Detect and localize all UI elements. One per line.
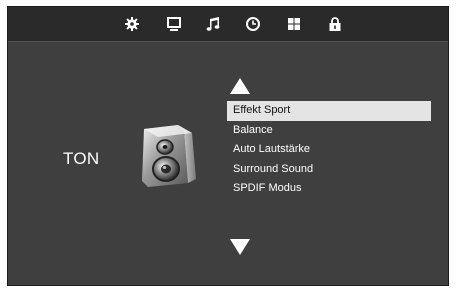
section-title: TON [63, 149, 100, 168]
lock-icon[interactable] [326, 15, 344, 33]
clock-icon[interactable] [244, 15, 262, 33]
menu-item-spdif-modus[interactable]: SPDIF Modus [227, 179, 431, 199]
osd-screen: TON Effekt Sport Balance Auto Lautstärke… [7, 6, 449, 286]
menu-item-balance[interactable]: Balance [227, 121, 431, 141]
music-note-icon[interactable] [204, 15, 222, 33]
monitor-icon[interactable] [165, 15, 183, 33]
gear-icon[interactable] [123, 15, 141, 33]
menu-item-surround-sound[interactable]: Surround Sound [227, 160, 431, 180]
triangle-down-icon[interactable] [229, 238, 251, 256]
menu-item-effekt-sport[interactable]: Effekt Sport [227, 101, 431, 121]
speaker-icon [134, 123, 202, 189]
triangle-up-icon[interactable] [229, 77, 251, 95]
grid-icon[interactable] [285, 15, 303, 33]
top-menu-bar [8, 7, 448, 42]
menu-item-auto-lautstaerke[interactable]: Auto Lautstärke [227, 140, 431, 160]
sound-menu: Effekt Sport Balance Auto Lautstärke Sur… [227, 101, 431, 199]
